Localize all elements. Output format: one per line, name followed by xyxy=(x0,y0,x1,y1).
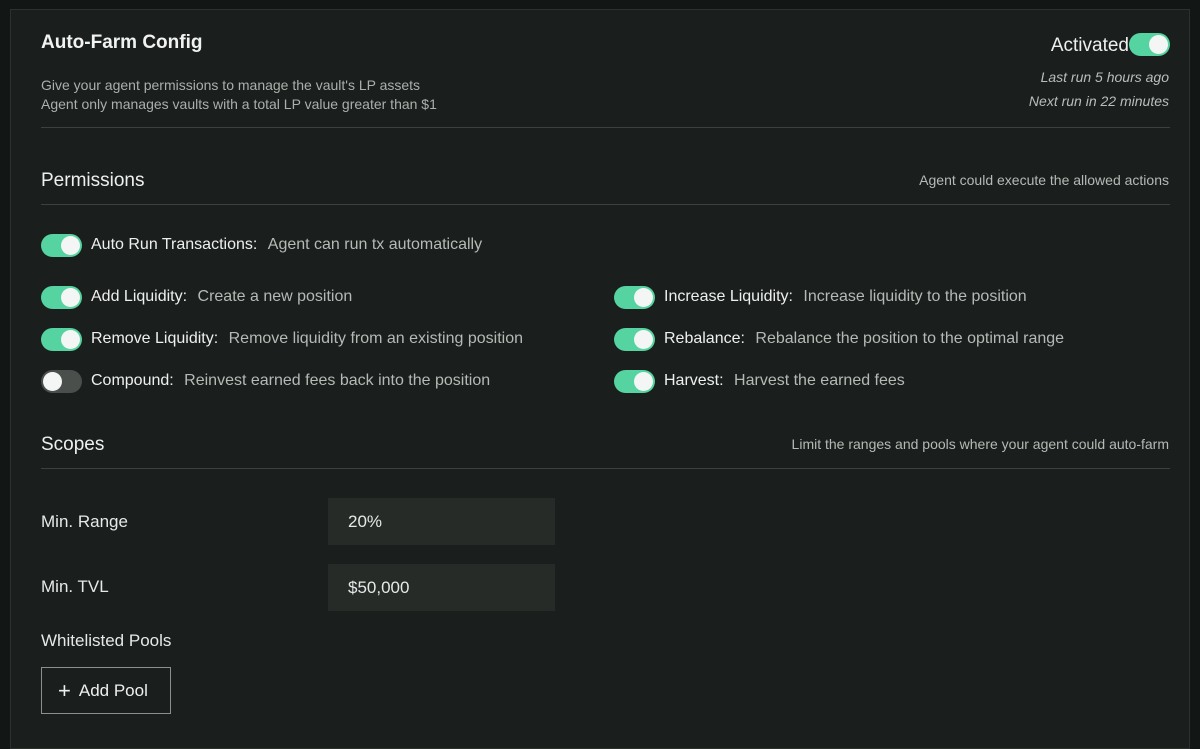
permission-desc: Increase liquidity to the position xyxy=(803,288,1027,305)
permissions-divider xyxy=(41,204,1170,205)
add-pool-label: Add Pool xyxy=(78,680,148,700)
min-tvl-label: Min. TVL xyxy=(41,577,109,596)
harvest-permission: Harvest: Harvest the earned fees xyxy=(664,372,905,390)
permission-desc: Reinvest earned fees back into the posit… xyxy=(184,372,491,389)
scopes-title: Scopes xyxy=(41,434,105,455)
scopes-note: Limit the ranges and pools where your ag… xyxy=(791,436,1169,452)
config-description-1: Give your agent permissions to manage th… xyxy=(41,77,421,93)
harvest-toggle[interactable] xyxy=(614,370,655,393)
permission-name: Add Liquidity: xyxy=(91,288,188,305)
scopes-divider xyxy=(41,468,1170,469)
increase-liquidity-toggle[interactable] xyxy=(614,286,655,309)
permission-desc: Agent can run tx automatically xyxy=(267,236,483,253)
config-title: Auto-Farm Config xyxy=(41,32,203,53)
toggle-knob xyxy=(61,236,80,255)
whitelisted-pools-label: Whitelisted Pools xyxy=(41,631,172,650)
rebalance-permission: Rebalance: Rebalance the position to the… xyxy=(664,330,1064,348)
permission-name: Compound: xyxy=(91,372,174,389)
auto-farm-config-panel: Auto-Farm Config Give your agent permiss… xyxy=(10,9,1190,749)
permission-desc: Harvest the earned fees xyxy=(734,372,905,389)
permission-desc: Rebalance the position to the optimal ra… xyxy=(755,330,1065,347)
permission-name: Remove Liquidity: xyxy=(91,330,219,347)
remove-liquidity-permission: Remove Liquidity: Remove liquidity from … xyxy=(91,330,523,348)
toggle-knob xyxy=(61,330,80,349)
permission-desc: Remove liquidity from an existing positi… xyxy=(228,330,523,347)
add-liquidity-permission: Add Liquidity: Create a new position xyxy=(91,288,352,306)
toggle-knob xyxy=(634,330,653,349)
min-range-input[interactable] xyxy=(328,498,555,545)
rebalance-toggle[interactable] xyxy=(614,328,655,351)
next-run-text: Next run in 22 minutes xyxy=(1028,93,1169,109)
increase-liquidity-permission: Increase Liquidity: Increase liquidity t… xyxy=(664,288,1027,306)
compound-toggle[interactable] xyxy=(41,370,82,393)
toggle-knob xyxy=(634,372,653,391)
permission-name: Harvest: xyxy=(664,372,724,389)
plus-icon: + xyxy=(58,677,71,703)
toggle-knob xyxy=(61,288,80,307)
permission-desc: Create a new position xyxy=(197,288,353,305)
last-run-text: Last run 5 hours ago xyxy=(1040,69,1169,85)
toggle-knob xyxy=(1149,35,1168,54)
permission-name: Rebalance: xyxy=(664,330,745,347)
header-divider xyxy=(41,127,1170,128)
config-description-2: Agent only manages vaults with a total L… xyxy=(41,96,437,112)
add-liquidity-toggle[interactable] xyxy=(41,286,82,309)
permissions-title: Permissions xyxy=(41,170,145,191)
permission-name: Auto Run Transactions: xyxy=(91,236,258,253)
permission-name: Increase Liquidity: xyxy=(664,288,793,305)
min-tvl-input[interactable] xyxy=(328,564,555,611)
min-range-label: Min. Range xyxy=(41,512,128,531)
add-pool-button[interactable]: + Add Pool xyxy=(41,667,171,714)
auto-run-permission: Auto Run Transactions: Agent can run tx … xyxy=(91,236,482,254)
toggle-knob xyxy=(634,288,653,307)
remove-liquidity-toggle[interactable] xyxy=(41,328,82,351)
auto-run-toggle[interactable] xyxy=(41,234,82,257)
compound-permission: Compound: Reinvest earned fees back into… xyxy=(91,372,490,390)
activated-toggle[interactable] xyxy=(1129,33,1170,56)
permissions-note: Agent could execute the allowed actions xyxy=(919,172,1169,188)
toggle-knob xyxy=(43,372,62,391)
activated-label: Activated xyxy=(1050,35,1129,56)
